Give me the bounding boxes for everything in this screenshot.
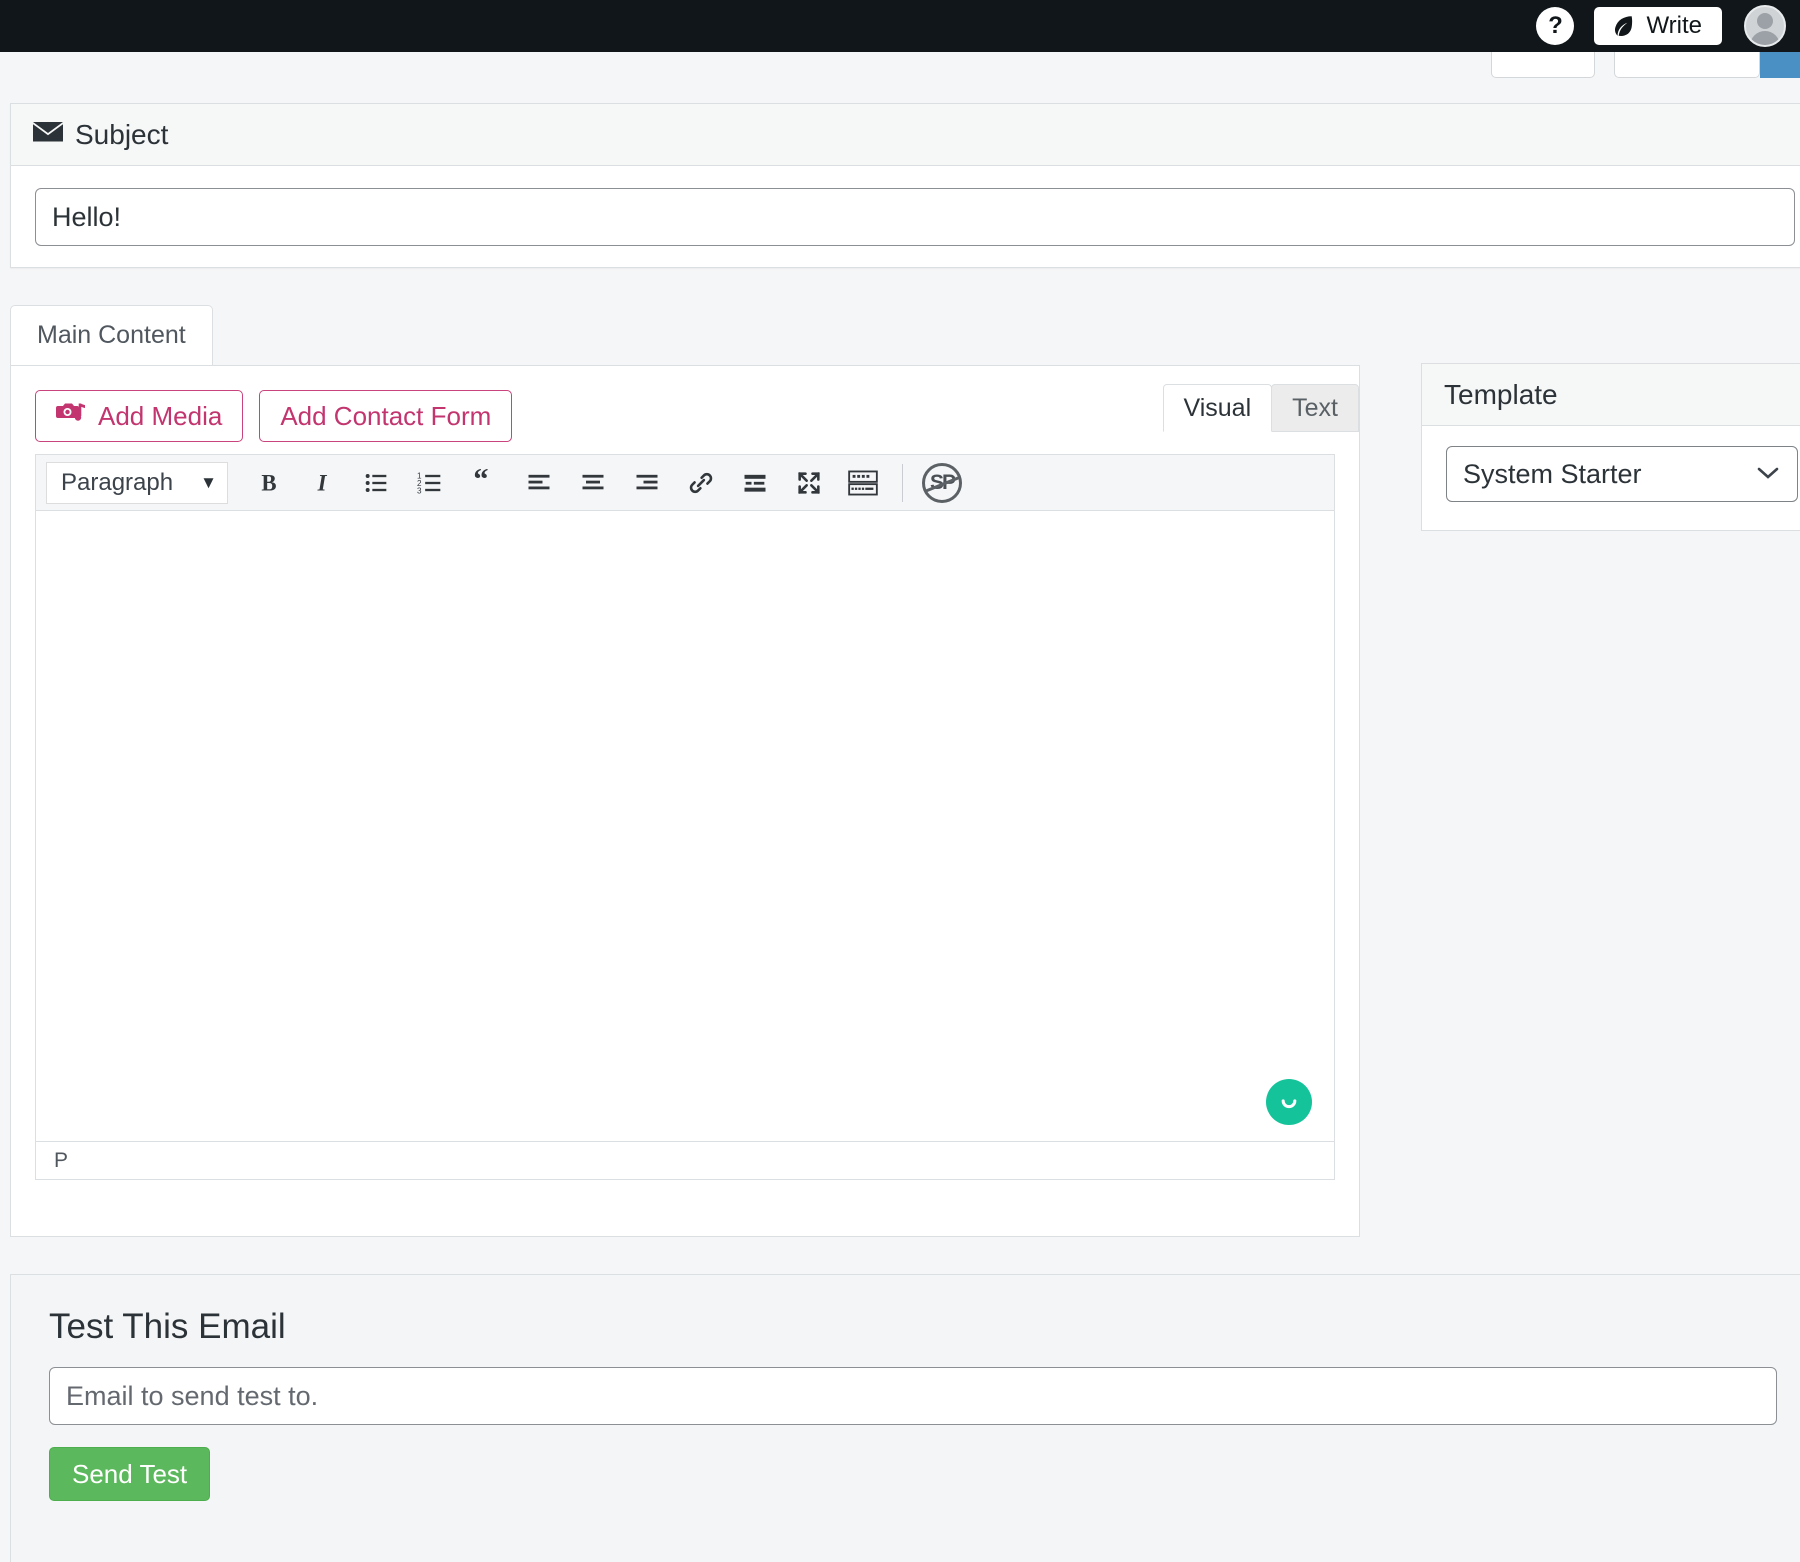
align-center-icon[interactable]	[568, 460, 618, 506]
admin-bar: ? Write	[0, 0, 1800, 52]
content-tabs: Main Content	[10, 305, 213, 365]
help-icon[interactable]: ?	[1536, 7, 1574, 45]
chevron-down-icon	[1755, 461, 1781, 487]
editor-element-path: P	[54, 1149, 68, 1173]
template-panel: Template System Starter	[1421, 363, 1800, 531]
subject-panel-title: Subject	[75, 119, 168, 151]
template-select[interactable]: System Starter	[1446, 446, 1798, 502]
avatar[interactable]	[1744, 5, 1786, 47]
svg-text:“: “	[473, 469, 488, 496]
test-email-panel: Test This Email Send Test	[10, 1274, 1800, 1562]
media-camera-music-icon	[56, 400, 86, 433]
tab-text-label: Text	[1292, 394, 1338, 423]
editor-inner: Add Media Add Contact Form Visual Text P…	[11, 366, 1359, 1180]
page-root: ? Write Subject	[0, 0, 1800, 1562]
template-panel-title: Template	[1422, 364, 1800, 426]
bulleted-list-icon[interactable]	[352, 460, 402, 506]
add-contact-form-button[interactable]: Add Contact Form	[259, 390, 512, 442]
test-email-input[interactable]	[49, 1367, 1777, 1425]
subject-panel: Subject	[10, 103, 1800, 268]
add-media-button[interactable]: Add Media	[35, 390, 243, 442]
numbered-list-icon[interactable]: 1 2 3	[406, 460, 456, 506]
align-right-icon[interactable]	[622, 460, 672, 506]
editor-mode-tabs: Visual Text	[1163, 384, 1360, 432]
send-test-button[interactable]: Send Test	[49, 1447, 210, 1501]
subject-input[interactable]	[35, 188, 1795, 246]
envelope-icon	[33, 121, 63, 148]
bold-icon[interactable]: B	[244, 460, 294, 506]
sp-logo-icon[interactable]: SP	[917, 460, 967, 506]
sp-logo-label: SP	[930, 471, 954, 495]
svg-text:I: I	[317, 470, 328, 495]
italic-icon[interactable]: I	[298, 460, 348, 506]
feather-pen-icon	[1610, 13, 1636, 39]
avatar-body	[1750, 31, 1780, 47]
editor-panel: Add Media Add Contact Form Visual Text P…	[10, 365, 1360, 1237]
align-left-icon[interactable]	[514, 460, 564, 506]
chevron-down-icon: ▼	[200, 473, 217, 493]
add-contact-form-label: Add Contact Form	[280, 401, 491, 432]
sp-logo-glyph: SP	[922, 463, 962, 503]
editor-media-buttons: Add Media Add Contact Form	[35, 390, 1335, 442]
insert-read-more-icon[interactable]	[730, 460, 780, 506]
tab-main-content[interactable]: Main Content	[10, 305, 213, 365]
format-select-value: Paragraph	[61, 469, 173, 497]
subject-panel-header: Subject	[11, 104, 1800, 166]
editor-content-area[interactable]	[36, 511, 1334, 1141]
subject-panel-body	[11, 166, 1800, 268]
fullscreen-icon[interactable]	[784, 460, 834, 506]
editor-toolbar: Paragraph ▼ B I	[36, 455, 1334, 511]
toolbar-separator	[902, 464, 903, 502]
svg-text:3: 3	[417, 486, 422, 495]
test-email-title: Test This Email	[49, 1307, 1771, 1347]
template-panel-body: System Starter	[1422, 426, 1800, 522]
svg-text:B: B	[261, 470, 276, 495]
tab-visual-label: Visual	[1184, 394, 1252, 423]
write-button-label: Write	[1646, 12, 1702, 40]
insert-link-icon[interactable]	[676, 460, 726, 506]
template-select-value: System Starter	[1463, 459, 1642, 490]
test-email-inner: Test This Email Send Test	[11, 1275, 1800, 1533]
avatar-head	[1757, 13, 1773, 29]
tab-visual[interactable]: Visual	[1163, 384, 1273, 432]
grammarly-badge-icon[interactable]	[1266, 1079, 1312, 1125]
send-test-label: Send Test	[72, 1459, 187, 1489]
tab-main-content-label: Main Content	[37, 321, 186, 350]
toolbar-toggle-keyboard-icon[interactable]	[838, 460, 888, 506]
publish-actions-row	[0, 52, 1800, 80]
tinymce-editor: Paragraph ▼ B I	[35, 454, 1335, 1180]
add-media-label: Add Media	[98, 401, 222, 432]
format-select[interactable]: Paragraph ▼	[46, 462, 228, 504]
blockquote-icon[interactable]: “	[460, 460, 510, 506]
editor-status-bar: P	[36, 1141, 1334, 1179]
tab-text[interactable]: Text	[1271, 384, 1359, 432]
write-button[interactable]: Write	[1594, 7, 1722, 45]
